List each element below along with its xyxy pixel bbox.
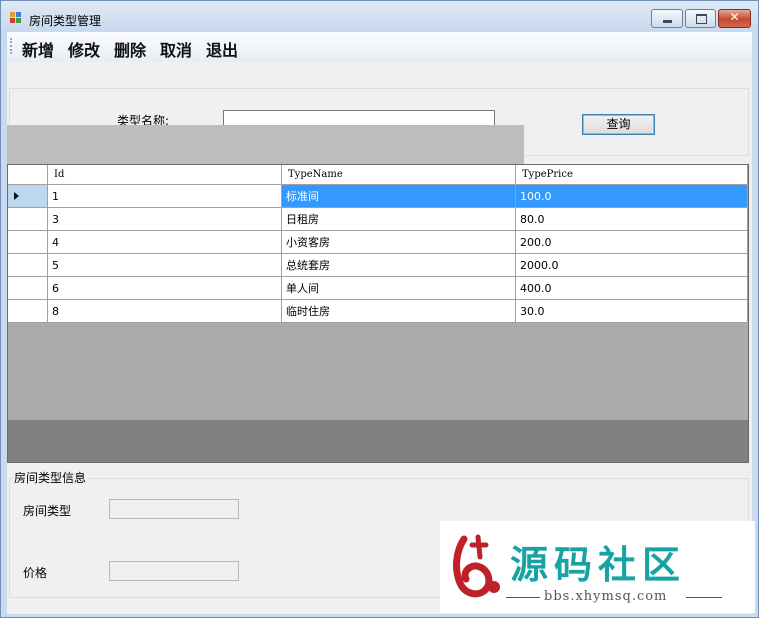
toolbar: 新增 修改 删除 取消 退出: [7, 32, 752, 62]
minimize-icon: [663, 20, 672, 23]
row-header[interactable]: [8, 231, 48, 254]
watermark-rule-left: [506, 597, 540, 598]
current-row-arrow-icon: [14, 192, 19, 200]
cell-typeprice[interactable]: 200.0: [516, 231, 748, 254]
cell-typename[interactable]: 总统套房: [282, 254, 516, 277]
cell-typename[interactable]: 临时住房: [282, 300, 516, 323]
close-icon: ✕: [729, 10, 740, 24]
cell-typeprice[interactable]: 30.0: [516, 300, 748, 323]
delete-button[interactable]: 删除: [114, 37, 146, 61]
info-group-legend: 房间类型信息: [13, 469, 88, 486]
minimize-button[interactable]: [651, 9, 683, 28]
edit-button[interactable]: 修改: [68, 37, 100, 61]
window-title: 房间类型管理: [29, 14, 102, 28]
cell-id[interactable]: 5: [48, 254, 282, 277]
toolbar-grip[interactable]: [10, 38, 14, 54]
grid-empty-area: [8, 420, 748, 462]
close-button[interactable]: ✕: [718, 9, 751, 28]
row-header[interactable]: [8, 185, 48, 208]
price-label: 价格: [23, 566, 48, 580]
cell-typeprice[interactable]: 400.0: [516, 277, 748, 300]
cancel-button[interactable]: 取消: [160, 37, 192, 61]
cell-typename[interactable]: 小资客房: [282, 231, 516, 254]
room-type-field[interactable]: [109, 499, 239, 519]
row-header[interactable]: [8, 254, 48, 277]
cell-typeprice[interactable]: 100.0: [516, 185, 748, 208]
price-field[interactable]: [109, 561, 239, 581]
cell-id[interactable]: 3: [48, 208, 282, 231]
exit-button[interactable]: 退出: [206, 37, 238, 61]
cell-id[interactable]: 1: [48, 185, 282, 208]
cell-id[interactable]: 6: [48, 277, 282, 300]
column-header-typeprice[interactable]: TypePrice: [516, 165, 748, 185]
room-type-grid[interactable]: Id TypeName TypePrice 1 标准间 100.0 3 日租房 80.0 4…: [7, 164, 749, 463]
cell-id[interactable]: 4: [48, 231, 282, 254]
add-button[interactable]: 新增: [22, 37, 54, 61]
room-type-label: 房间类型: [23, 504, 72, 518]
cell-typename[interactable]: 日租房: [282, 208, 516, 231]
row-header[interactable]: [8, 277, 48, 300]
row-header[interactable]: [8, 208, 48, 231]
query-button[interactable]: 查询: [582, 114, 655, 135]
watermark-rule-right: [686, 597, 722, 598]
cell-typeprice[interactable]: 80.0: [516, 208, 748, 231]
column-header-id[interactable]: Id: [48, 165, 282, 185]
maximize-button[interactable]: [685, 9, 716, 28]
occluding-panel: [7, 125, 524, 165]
maximize-icon: [696, 14, 707, 24]
watermark-title: 源码社区: [510, 543, 687, 587]
watermark-url: bbs.xhymsq.com: [544, 589, 668, 604]
watermark-logo: [453, 534, 500, 598]
grid-corner-header: [8, 165, 48, 185]
cell-typename[interactable]: 标准间: [282, 185, 516, 208]
cell-typename[interactable]: 单人间: [282, 277, 516, 300]
cell-typeprice[interactable]: 2000.0: [516, 254, 748, 277]
column-header-typename[interactable]: TypeName: [282, 165, 516, 185]
title-bar[interactable]: 房间类型管理 ✕: [1, 1, 758, 33]
cell-id[interactable]: 8: [48, 300, 282, 323]
row-header[interactable]: [8, 300, 48, 323]
watermark: 源码社区 bbs.xhymsq.com: [440, 521, 755, 613]
app-icon: [10, 12, 22, 24]
